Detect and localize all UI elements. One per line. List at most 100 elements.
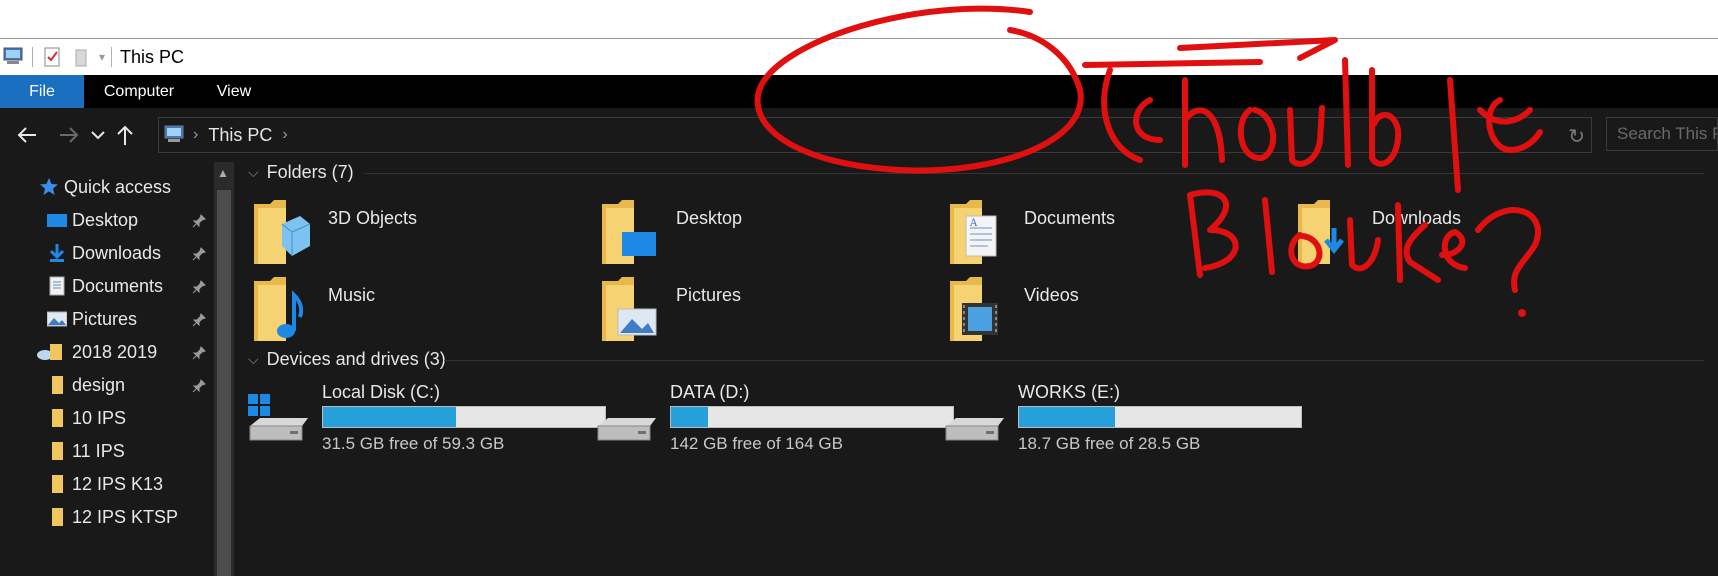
pin-icon[interactable] [192,212,206,233]
folder-music[interactable]: Music [252,275,632,355]
document-icon [46,275,68,297]
sidebar-item-desktop[interactable]: Desktop [0,203,214,237]
sidebar-item-label: 12 IPS K13 [72,473,164,494]
folder-label: Downloads [1372,208,1462,228]
download-arrow-icon [46,242,68,264]
desktop-icon [46,209,68,231]
sidebar-item-label: Downloads [72,242,162,263]
chevron-down-icon[interactable]: ⌵ [248,351,259,368]
folder-label: Desktop [676,208,743,228]
address-bar[interactable]: › This PC › ↻ [158,117,1592,153]
sidebar-item-pictures[interactable]: Pictures [0,302,214,336]
tab-computer[interactable]: Computer [84,75,194,108]
folder-3d-objects[interactable]: 3D Objects [252,198,632,278]
drive-d[interactable]: DATA (D:) 142 GB free of 164 GB [594,382,974,462]
scroll-up-icon[interactable]: ▲ [217,166,229,180]
content-pane: ⌵ Folders (7) 3D Objects Desktop A Docum… [234,162,1718,576]
sidebar-item-downloads[interactable]: Downloads [0,236,214,270]
hard-drive-icon [945,418,1004,441]
videos-folder-icon [950,277,998,341]
pin-icon[interactable] [192,245,206,266]
sidebar-item-documents[interactable]: Documents [0,269,214,303]
chevron-down-icon[interactable]: ⌵ [248,164,259,181]
sidebar-item-2018-2019[interactable]: 2018 2019 [0,335,214,369]
new-folder-icon[interactable] [71,44,93,70]
picture-icon [46,308,68,330]
back-button[interactable] [10,118,44,152]
sidebar-item-label: Quick access [64,176,172,197]
sidebar-item-11-ips[interactable]: 11 IPS [0,434,214,468]
pictures-folder-icon [602,277,657,341]
downloads-folder-icon [1298,200,1344,264]
folder-icon [46,374,68,396]
window-title: This PC [120,46,185,67]
folder-videos[interactable]: Videos [948,275,1328,355]
divider [444,360,1704,361]
search-input[interactable]: Search This PC [1606,117,1718,151]
devices-group-header[interactable]: ⌵ Devices and drives (3) [248,349,446,370]
sidebar-item-label: Pictures [72,308,138,329]
drive-usage-fill [323,407,456,427]
divider [364,173,1704,174]
this-pc-icon[interactable] [2,44,26,70]
chevron-right-icon[interactable]: › [193,126,198,144]
drive-e[interactable]: WORKS (E:) 18.7 GB free of 28.5 GB [942,382,1322,462]
folder-documents[interactable]: A Documents [948,198,1328,278]
folders-group-header[interactable]: ⌵ Folders (7) [248,162,354,183]
music-folder-icon [254,277,304,341]
forward-button[interactable] [52,118,86,152]
group-title: Folders (7) [266,162,354,182]
properties-icon[interactable] [41,44,63,70]
separator [32,47,33,67]
drive-usage-bar [670,406,954,428]
drive-free-space: 31.5 GB free of 59.3 GB [322,434,505,453]
recent-locations-button[interactable] [86,118,110,152]
sidebar-item-label: Desktop [72,209,139,230]
group-title: Devices and drives (3) [266,349,446,369]
chevron-down-icon [91,131,105,140]
sidebar-item-10-ips[interactable]: 10 IPS [0,401,214,435]
tab-view[interactable]: View [194,75,274,108]
pin-icon[interactable] [192,311,206,332]
sidebar-item-quick-access[interactable]: Quick access [0,170,214,204]
folder-downloads[interactable]: Downloads [1296,198,1676,278]
sidebar-item-label: 10 IPS [72,407,127,428]
drive-usage-fill [671,407,708,427]
sidebar-item-design[interactable]: design [0,368,214,402]
pin-icon[interactable] [192,377,206,398]
navigation-pane: Quick access Desktop Downloads Documents… [0,162,214,576]
back-arrow-icon [17,127,36,143]
sidebar-scrollbar[interactable]: ▲ [214,162,234,576]
tab-file[interactable]: File [0,75,84,108]
folder-label: Pictures [676,285,742,305]
sidebar-item-12-ips-ktsp[interactable]: 12 IPS KTSP [0,500,214,534]
star-icon [38,176,60,198]
hard-drive-icon [597,418,656,441]
scrollbar-thumb[interactable] [217,190,231,576]
chevron-down-icon[interactable]: ▾ [99,44,105,70]
folder-icon [46,407,68,429]
sidebar-item-label: 12 IPS KTSP [72,506,179,527]
chevron-right-icon[interactable]: › [282,126,287,144]
forward-arrow-icon [60,127,79,143]
pin-icon[interactable] [192,344,206,365]
separator [111,47,113,67]
breadcrumb[interactable]: This PC [208,125,272,146]
up-arrow-icon [117,125,133,145]
folder-label: Music [328,285,376,305]
drive-usage-bar [1018,406,1302,428]
sidebar-item-label: 11 IPS [72,440,125,461]
drive-c[interactable]: Local Disk (C:) 31.5 GB free of 59.3 GB [246,382,626,462]
folder-desktop[interactable]: Desktop [600,198,980,278]
folder-pictures[interactable]: Pictures [600,275,980,355]
pin-icon[interactable] [192,278,206,299]
refresh-icon[interactable]: ↻ [1568,124,1585,149]
folder-icon [46,440,68,462]
ribbon-tabs: File Computer View [0,75,1718,108]
sidebar-item-12-ips-k13[interactable]: 12 IPS K13 [0,467,214,501]
drive-label: WORKS (E:) [1018,382,1120,402]
up-button[interactable] [110,118,140,152]
this-pc-icon [163,124,187,146]
drive-free-space: 142 GB free of 164 GB [670,434,843,453]
drive-label: DATA (D:) [670,382,750,402]
